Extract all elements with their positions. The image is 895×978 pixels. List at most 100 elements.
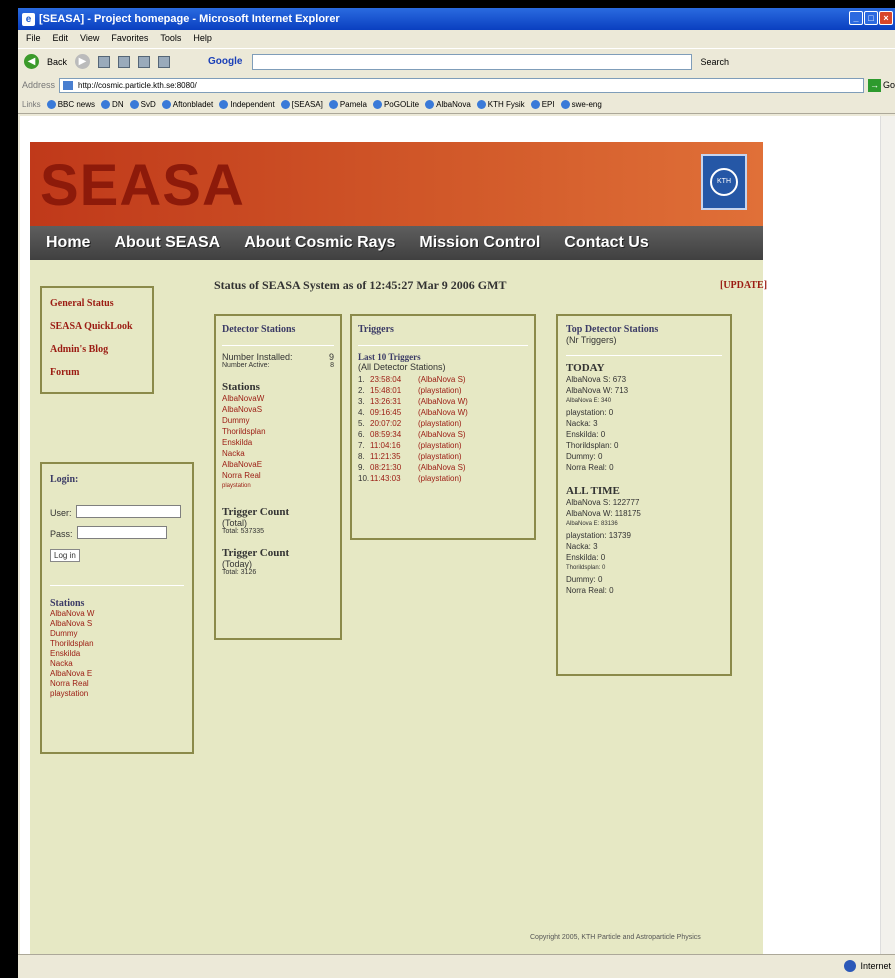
google-search-input[interactable] xyxy=(252,53,693,70)
link-albanova[interactable]: AlbaNova xyxy=(425,100,471,109)
menu-tools[interactable]: Tools xyxy=(160,33,181,43)
google-search-label[interactable]: Search xyxy=(700,57,729,67)
trigger-time[interactable]: 09:16:45 xyxy=(370,407,418,418)
trigger-time[interactable]: 20:07:02 xyxy=(370,418,418,429)
station-link[interactable]: Dummy xyxy=(50,629,184,639)
link-general-status[interactable]: General Status xyxy=(50,298,144,309)
station-link[interactable]: AlbaNovaW xyxy=(222,393,334,404)
minimize-button[interactable]: _ xyxy=(849,11,863,25)
menu-bar: File Edit View Favorites Tools Help xyxy=(18,30,895,46)
nav-about-cosmic-rays[interactable]: About Cosmic Rays xyxy=(244,234,395,252)
menu-edit[interactable]: Edit xyxy=(53,33,69,43)
link-seasa[interactable]: [SEASA] xyxy=(280,100,323,109)
nav-contact-us[interactable]: Contact Us xyxy=(564,234,648,252)
trigger-station[interactable]: (playstation) xyxy=(418,473,462,484)
station-value: 0 xyxy=(614,441,619,450)
trigger-time[interactable]: 08:21:30 xyxy=(370,462,418,473)
close-button[interactable]: × xyxy=(879,11,893,25)
menu-favorites[interactable]: Favorites xyxy=(111,33,148,43)
ie-link-icon xyxy=(280,100,290,109)
station-link[interactable]: Nacka xyxy=(50,659,184,669)
nav-mission-control[interactable]: Mission Control xyxy=(419,234,540,252)
trigger-station[interactable]: (AlbaNova W) xyxy=(418,407,468,418)
active-value: 8 xyxy=(330,362,334,369)
station-link[interactable]: Nacka xyxy=(222,448,334,459)
login-button[interactable]: Log in xyxy=(50,549,80,562)
back-label[interactable]: Back xyxy=(47,57,67,67)
today-row: Norra Real: 0 xyxy=(566,462,722,473)
alltime-row: Dummy: 0 xyxy=(566,574,722,585)
maximize-button[interactable]: □ xyxy=(864,11,878,25)
address-input[interactable]: http://cosmic.particle.kth.se:8080/ xyxy=(59,77,864,93)
trigger-time[interactable]: 13:26:31 xyxy=(370,396,418,407)
station-link[interactable]: AlbaNovaS xyxy=(222,404,334,415)
station-link[interactable]: AlbaNova E xyxy=(50,669,184,679)
link-epi[interactable]: EPI xyxy=(530,100,555,109)
favorites-icon[interactable] xyxy=(158,55,171,68)
trigger-station[interactable]: (playstation) xyxy=(418,385,462,396)
link-swe-eng[interactable]: swe-eng xyxy=(560,100,602,109)
trigger-station[interactable]: (playstation) xyxy=(418,451,462,462)
trigger-station[interactable]: (AlbaNova W) xyxy=(418,396,468,407)
trigger-time[interactable]: 11:04:16 xyxy=(370,440,418,451)
station-link[interactable]: Dummy xyxy=(222,415,334,426)
link-bbc[interactable]: BBC news xyxy=(46,100,96,109)
link-pamela[interactable]: Pamela xyxy=(328,100,367,109)
link-svd[interactable]: SvD xyxy=(129,100,156,109)
refresh-icon[interactable] xyxy=(118,55,131,68)
link-dn[interactable]: DN xyxy=(101,100,124,109)
station-link[interactable]: Enskilda xyxy=(50,649,184,659)
menu-file[interactable]: File xyxy=(26,33,41,43)
nav-home[interactable]: Home xyxy=(46,234,90,252)
nav-about-seasa[interactable]: About SEASA xyxy=(114,234,220,252)
vertical-scrollbar[interactable] xyxy=(880,116,895,954)
trigger-time[interactable]: 15:48:01 xyxy=(370,385,418,396)
password-input[interactable] xyxy=(76,526,167,540)
back-icon[interactable]: ◀ xyxy=(24,54,39,69)
update-link[interactable]: [UPDATE] xyxy=(720,280,767,291)
trigger-time[interactable]: 11:43:03 xyxy=(370,473,418,484)
menu-help[interactable]: Help xyxy=(193,33,212,43)
trigger-station[interactable]: (AlbaNova S) xyxy=(418,374,466,385)
trigger-time[interactable]: 08:59:34 xyxy=(370,429,418,440)
trigger-time[interactable]: 11:21:35 xyxy=(370,451,418,462)
user-input[interactable] xyxy=(75,505,181,519)
today-title: TODAY xyxy=(566,362,605,374)
divider xyxy=(222,345,334,346)
link-label: BBC news xyxy=(57,100,96,109)
trigger-station[interactable]: (playstation) xyxy=(418,440,462,451)
menu-view[interactable]: View xyxy=(80,33,99,43)
trigger-station[interactable]: (AlbaNova S) xyxy=(418,429,466,440)
divider xyxy=(358,345,528,346)
station-link[interactable]: playstation xyxy=(50,689,184,699)
station-link[interactable]: AlbaNova W xyxy=(50,609,184,619)
station-link[interactable]: Thorildsplan xyxy=(50,639,184,649)
forward-icon[interactable]: ▶ xyxy=(75,54,91,69)
banner: SEASA KTH xyxy=(30,142,763,226)
link-admins-blog[interactable]: Admin's Blog xyxy=(50,344,144,355)
link-pogolite[interactable]: PoGOLite xyxy=(372,100,419,109)
home-icon[interactable] xyxy=(138,55,151,68)
station-link[interactable]: playstation xyxy=(222,481,334,492)
station-value: 0 xyxy=(598,575,603,584)
page-icon xyxy=(63,80,74,90)
station-link[interactable]: Norra Real xyxy=(50,679,184,689)
link-forum[interactable]: Forum xyxy=(50,367,144,378)
link-independent[interactable]: Independent xyxy=(219,100,275,109)
trigger-station[interactable]: (playstation) xyxy=(418,418,462,429)
trigger-time[interactable]: 23:58:04 xyxy=(370,374,418,385)
trigger-station[interactable]: (AlbaNova S) xyxy=(418,462,466,473)
station-link[interactable]: AlbaNovaE xyxy=(222,459,334,470)
link-kth-fysik[interactable]: KTH Fysik xyxy=(476,100,525,109)
station-link[interactable]: Thorildsplan xyxy=(222,426,334,437)
station-name: Norra Real: xyxy=(566,463,607,472)
link-seasa-quicklook[interactable]: SEASA QuickLook xyxy=(50,321,144,332)
stop-icon[interactable] xyxy=(98,55,111,68)
station-link[interactable]: Norra Real xyxy=(222,470,334,481)
link-aftonbladet[interactable]: Aftonbladet xyxy=(161,100,213,109)
station-link[interactable]: AlbaNova S xyxy=(50,619,184,629)
go-button[interactable]: → Go xyxy=(867,78,895,92)
station-link[interactable]: Enskilda xyxy=(222,437,334,448)
google-toolbar-label[interactable]: Google xyxy=(208,56,242,67)
links-label: Links xyxy=(22,100,41,109)
